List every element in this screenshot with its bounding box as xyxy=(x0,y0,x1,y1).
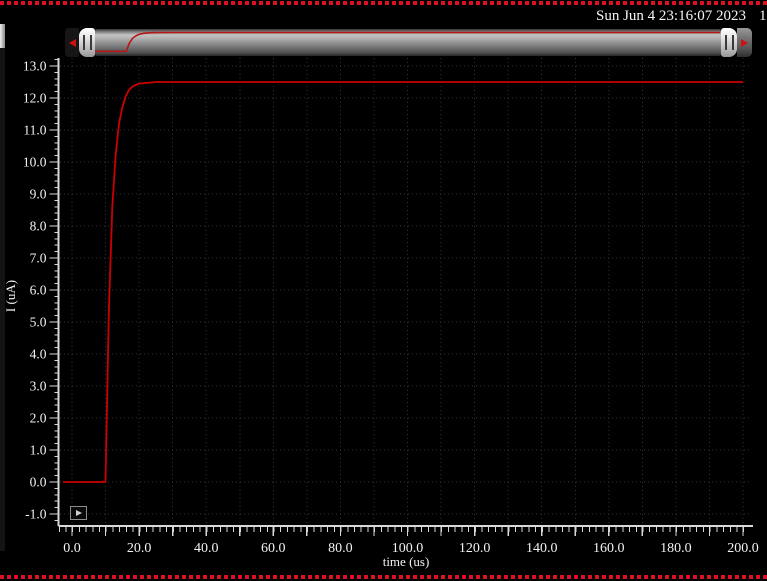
x-tick-label: 60.0 xyxy=(261,541,286,556)
y-tick-label: 0.0 xyxy=(30,475,47,490)
grid xyxy=(60,58,752,525)
waveform-trace xyxy=(63,82,743,482)
x-tick-label: 0.0 xyxy=(63,541,81,556)
y-tick-label: 2.0 xyxy=(30,411,47,426)
y-tick-label: 12.0 xyxy=(23,91,47,106)
y-axis xyxy=(50,58,59,526)
x-axis xyxy=(59,526,754,536)
x-tick-label: 80.0 xyxy=(328,541,353,556)
waveform-plot-area[interactable]: -1.0 0.0 1.0 2.0 3.0 4.0 5.0 6.0 7.0 8.0 9.0 10.0 11… xyxy=(0,0,767,581)
y-tick-label: 13.0 xyxy=(23,59,47,74)
waveform-viewer-window: Sun Jun 4 23:16:07 2023 1 -1.00.01.02.03… xyxy=(0,0,767,581)
y-tick-label: 6.0 xyxy=(30,283,47,298)
y-tick-label: 5.0 xyxy=(30,315,47,330)
marker-play-button[interactable] xyxy=(70,506,87,520)
y-tick-label: 4.0 xyxy=(30,347,47,362)
x-tick-label: 140.0 xyxy=(526,541,558,556)
y-tick-label: 9.0 xyxy=(30,187,47,202)
y-tick-label: 3.0 xyxy=(30,379,47,394)
y-tick-label: 8.0 xyxy=(30,219,47,234)
y-axis-title: I (uA) xyxy=(3,280,19,312)
y-tick-label: 10.0 xyxy=(23,155,47,170)
x-tick-label: 200.0 xyxy=(727,541,759,556)
y-tick-labels: -1.0 0.0 1.0 2.0 3.0 4.0 5.0 6.0 7.0 8.0 9.0 10.0 11… xyxy=(23,59,47,522)
y-tick-label: -1.0 xyxy=(25,507,47,522)
y-tick-label: 1.0 xyxy=(30,443,47,458)
x-tick-label: 20.0 xyxy=(127,541,152,556)
play-icon xyxy=(76,510,82,516)
y-tick-label: 7.0 xyxy=(30,251,47,266)
x-axis-title: time (us) xyxy=(383,554,430,570)
x-tick-label: 40.0 xyxy=(194,541,219,556)
x-tick-label: 120.0 xyxy=(459,541,491,556)
x-tick-label: 180.0 xyxy=(660,541,692,556)
y-tick-label: 11.0 xyxy=(23,123,46,138)
x-tick-label: 160.0 xyxy=(593,541,625,556)
